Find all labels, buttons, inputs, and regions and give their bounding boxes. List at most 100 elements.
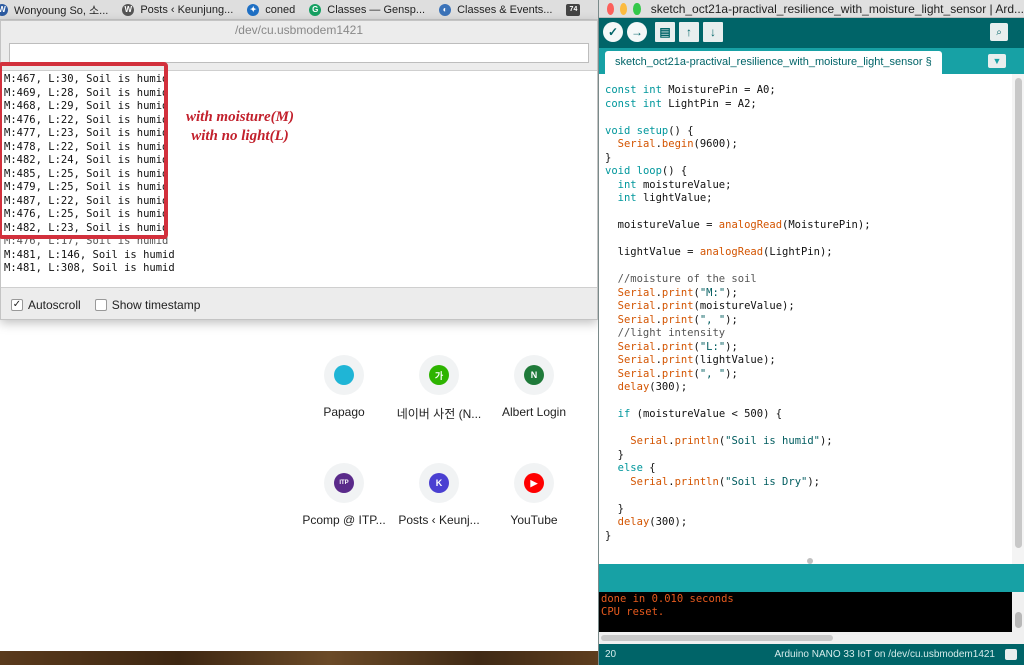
code-token: Serial	[617, 340, 656, 353]
code-token: }	[605, 502, 624, 515]
code-token: (MoisturePin);	[782, 219, 871, 231]
code-token: //moisture of the soil	[605, 273, 757, 285]
code-line: Serial.print(", ");	[605, 314, 1006, 328]
code-token: begin	[661, 138, 694, 150]
serial-line: M:485, L:25, Soil is humid	[4, 167, 169, 180]
tile-icon-background: ▶	[514, 463, 554, 503]
code-token: ", "	[699, 313, 726, 326]
serial-monitor-icon[interactable]: ⌕	[990, 23, 1008, 41]
code-token: () {	[668, 124, 694, 137]
verify-icon[interactable]: ✓	[603, 22, 623, 42]
code-token: Serial	[630, 435, 669, 447]
code-token: if	[617, 408, 631, 420]
code-token: println	[674, 435, 719, 447]
browser-tab[interactable]: 74	[566, 3, 586, 16]
code-editor[interactable]: const int MoisturePin = A0; const int Lig…	[599, 74, 1012, 564]
browser-tab[interactable]: ◐ Classes & Events...	[439, 3, 552, 16]
browser-tab-label: Classes — Gensp...	[327, 3, 426, 16]
console-scrollbar[interactable]	[1012, 592, 1024, 632]
code-token: (300);	[649, 516, 688, 528]
console-hscroll-thumb[interactable]	[601, 635, 833, 641]
code-line: Serial.begin(9600);	[605, 138, 1006, 152]
browser-tab-label: coned	[265, 3, 296, 16]
footer-icon[interactable]	[1005, 649, 1017, 660]
serial-line: M:476, L:22, Soil is humid	[4, 113, 169, 126]
code-token: loop	[636, 165, 662, 177]
arduino-ide-window: sketch_oct21a-practival_resilience_with_…	[598, 0, 1024, 665]
code-token: (LightPin);	[763, 246, 833, 258]
browser-tab[interactable]: W Wonyoung So, 소...	[0, 2, 108, 18]
code-line: Serial.println("Soil is humid");	[605, 435, 1006, 449]
code-line: //light intensity	[605, 327, 1006, 341]
zoom-icon[interactable]	[633, 2, 641, 15]
code-token: Serial	[617, 300, 656, 312]
show-timestamp-checkbox[interactable]	[94, 299, 107, 311]
console-hscrollbar[interactable]	[599, 632, 1024, 644]
speed-dial-tile[interactable]: N Albert Login	[489, 355, 579, 419]
code-line: void setup() {	[605, 125, 1006, 139]
close-icon[interactable]	[607, 2, 615, 15]
speed-dial-tile[interactable]: ITP Pcomp @ ITP...	[299, 463, 389, 527]
speed-dial-tile[interactable]: ▶ YouTube	[489, 463, 579, 527]
code-token: );	[725, 313, 738, 326]
upload-icon[interactable]: →	[627, 22, 647, 42]
code-line: Serial.println("Soil is Dry");	[605, 476, 1006, 490]
code-line: Serial.print("M:");	[605, 287, 1006, 301]
new-sketch-icon[interactable]: ▤	[655, 22, 675, 42]
console-scroll-thumb[interactable]	[1015, 612, 1022, 628]
code-token: //light intensity	[605, 327, 726, 339]
code-token: analogRead	[718, 219, 783, 231]
code-line: moistureValue = analogRead(MoisturePin);	[605, 219, 1006, 233]
tab-sketch[interactable]: sketch_oct21a-practival_resilience_with_…	[605, 51, 942, 74]
code-token: setup	[636, 124, 669, 137]
tile-icon-background	[324, 355, 364, 395]
code-token: int	[617, 178, 637, 191]
k-icon: K	[429, 473, 449, 493]
code-token: else	[617, 462, 643, 474]
ide-footer: 20 Arduino NANO 33 IoT on /dev/cu.usbmod…	[599, 644, 1024, 665]
serial-line: M:482, L:23, Soil is humid	[4, 221, 169, 234]
serial-line: M:481, L:308, Soil is humid	[4, 262, 175, 274]
browser-tab[interactable]: W Posts ‹ Keunjung...	[122, 3, 234, 16]
editor-scrollbar[interactable]	[1012, 74, 1024, 564]
speed-dial-tile[interactable]: 가 네이버 사전 (N...	[394, 355, 484, 422]
code-token: );	[725, 367, 738, 380]
editor-scroll-thumb[interactable]	[1015, 78, 1022, 548]
code-token: (lightValue);	[693, 354, 776, 366]
serial-line: M:476, L:17, Soil is humid	[4, 235, 169, 247]
browser-tab[interactable]: G Classes — Gensp...	[309, 3, 426, 16]
code-line: Serial.print(moistureValue);	[605, 300, 1006, 314]
speed-dial-tile[interactable]: K Posts ‹ Keunj...	[394, 463, 484, 527]
browser-tab-label: Posts ‹ Keunjung...	[140, 3, 234, 16]
code-token: print	[661, 367, 694, 380]
browser-tab[interactable]: ✦ coned	[247, 3, 296, 16]
tab-menu-icon[interactable]: ▼	[988, 54, 1006, 68]
code-line: lightValue = analogRead(LightPin);	[605, 246, 1006, 260]
speed-dial-tile[interactable]: Papago	[299, 355, 389, 419]
code-token: }	[605, 151, 612, 164]
minimize-icon[interactable]	[620, 2, 628, 15]
code-token: lightValue =	[605, 246, 700, 258]
code-token: print	[661, 300, 694, 312]
code-token: (moistureValue < 500) {	[630, 408, 783, 420]
serial-line: M:468, L:29, Soil is humid	[4, 100, 169, 112]
serial-line: M:482, L:24, Soil is humid	[4, 154, 169, 166]
autoscroll-checkbox[interactable]: ✓	[11, 299, 23, 311]
code-line: else {	[605, 462, 1006, 476]
code-token: MoisturePin = A0;	[661, 84, 776, 96]
line-number: 20	[605, 649, 617, 660]
open-sketch-icon[interactable]: ↑	[679, 22, 699, 42]
serial-line: M:476, L:25, Soil is humid	[4, 208, 169, 220]
browser-tab-label: Wonyoung So, 소...	[14, 4, 109, 17]
code-token: );	[725, 286, 738, 299]
code-token: Serial	[630, 475, 669, 488]
serial-send-input[interactable]	[9, 43, 589, 63]
tile-icon-background: ITP	[324, 463, 364, 503]
code-token: int	[617, 192, 637, 204]
save-sketch-icon[interactable]: ↓	[703, 22, 723, 42]
